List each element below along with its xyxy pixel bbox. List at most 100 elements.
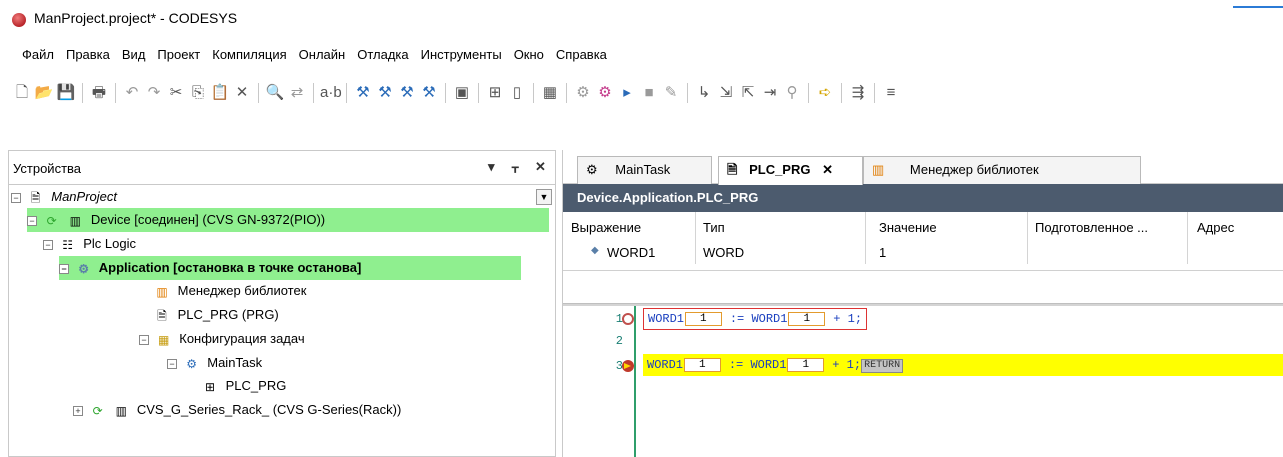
paste-icon[interactable]: 📋: [210, 83, 230, 103]
login-icon[interactable]: ⚙: [573, 83, 593, 103]
tab-maintask[interactable]: ⚙ MainTask: [577, 156, 712, 184]
tree-item-label: CVS_G_Series_Rack_ (CVS G-Series(Rack)): [136, 402, 402, 417]
column-prepared-value[interactable]: Подготовленное ...: [1035, 220, 1148, 235]
tab-plc-prg[interactable]: 🗎 PLC_PRG ✕: [718, 156, 863, 185]
redo-icon[interactable]: ↷: [144, 83, 164, 103]
menu-file[interactable]: Файл: [16, 44, 60, 68]
tree-item-rack[interactable]: + ⟳ ▥ CVS_G_Series_Rack_ (CVS G-Series(R…: [73, 398, 401, 422]
cut-icon[interactable]: ✂: [166, 83, 186, 103]
collapse-icon[interactable]: −: [167, 358, 177, 369]
force-values-icon[interactable]: ≡: [881, 83, 901, 103]
column-expression[interactable]: Выражение: [571, 220, 641, 235]
write-values-icon[interactable]: ⇶: [848, 83, 868, 103]
tree-dropdown-icon[interactable]: ▼: [536, 189, 552, 205]
step-out-icon[interactable]: ⇱: [738, 83, 758, 103]
code-tail: + 1;: [826, 312, 863, 326]
window-icon[interactable]: ▣: [452, 83, 472, 103]
menu-project[interactable]: Проект: [151, 44, 206, 68]
undo-icon[interactable]: ↶: [122, 83, 142, 103]
close-tab-icon[interactable]: ✕: [822, 162, 833, 177]
logout-icon[interactable]: ⚙: [595, 83, 615, 103]
tree-item-project[interactable]: − 🗎 ManProject: [11, 185, 117, 209]
new-page-icon[interactable]: ▯: [507, 83, 527, 103]
inline-monitor-value[interactable]: 1: [787, 358, 825, 372]
watch-value[interactable]: 1: [879, 245, 886, 260]
column-value[interactable]: Значение: [879, 220, 937, 235]
menu-debug[interactable]: Отладка: [351, 44, 414, 68]
replace-icon[interactable]: ⇄: [287, 83, 307, 103]
inline-monitor-value[interactable]: 1: [684, 358, 721, 372]
menu-online[interactable]: Онлайн: [293, 44, 352, 68]
new-file-icon[interactable]: 🗋: [12, 83, 32, 103]
code-tail: + 1;: [825, 358, 862, 372]
devices-panel: Устройства ▾ ᚁ ✕ ▼ − 🗎 ManProject − ⟳ ▥ …: [8, 150, 556, 457]
stop-icon[interactable]: ■: [639, 83, 659, 103]
copy-icon[interactable]: ⎘: [188, 83, 208, 103]
open-file-icon[interactable]: 📂: [34, 83, 54, 103]
tree-item-application[interactable]: − ⚙ Application [остановка в точке остан…: [59, 256, 521, 280]
collapse-icon[interactable]: −: [59, 263, 69, 274]
application-gear-icon: ⚙: [78, 261, 89, 276]
menu-help[interactable]: Справка: [550, 44, 613, 68]
gutter-line: [634, 306, 636, 457]
run-to-cursor-icon[interactable]: ⇥: [760, 83, 780, 103]
tree-item-task-call[interactable]: ⊞ PLC_PRG: [202, 374, 286, 398]
connected-icon: ⟳: [92, 403, 103, 418]
tree-item-plc-logic[interactable]: − ☷ Plc Logic: [43, 232, 136, 256]
tree-item-label: Менеджер библиотек: [177, 283, 307, 298]
device-tree: ▼ − 🗎 ManProject − ⟳ ▥ Device [соединен]…: [9, 185, 555, 456]
menu-build[interactable]: Компиляция: [206, 44, 292, 68]
toolbar-separator: [258, 83, 259, 103]
add-object-icon[interactable]: ⊞: [485, 83, 505, 103]
build-icon[interactable]: ⚒: [353, 83, 373, 103]
code-line-1[interactable]: WORD1 1 := WORD1 1 + 1;: [643, 308, 868, 330]
collapse-icon[interactable]: −: [11, 192, 21, 203]
rename-icon[interactable]: a·b: [320, 83, 342, 103]
close-icon[interactable]: ✕: [535, 159, 546, 175]
step-into-icon[interactable]: ⇲: [716, 83, 736, 103]
inline-monitor-value[interactable]: 1: [685, 312, 722, 326]
clean-icon[interactable]: ⚒: [419, 83, 439, 103]
inline-monitor-value[interactable]: 1: [788, 312, 826, 326]
save-icon[interactable]: 💾: [56, 83, 76, 103]
reset-icon[interactable]: ✎: [661, 83, 681, 103]
menu-tools[interactable]: Инструменты: [415, 44, 508, 68]
tree-item-device[interactable]: − ⟳ ▥ Device [соединен] (CVS GN-9372(PIO…: [27, 208, 549, 232]
grid-icon[interactable]: ▦: [540, 83, 560, 103]
print-icon[interactable]: 🖶: [89, 83, 109, 103]
tab-library-manager[interactable]: ▥ Менеджер библиотек: [863, 156, 1141, 184]
delete-icon[interactable]: ✕: [232, 83, 252, 103]
tree-item-library-manager[interactable]: ▥ Менеджер библиотек: [154, 279, 306, 303]
pin-icon[interactable]: ᚁ: [512, 159, 518, 175]
variable-icon: ◆: [591, 245, 599, 256]
expand-icon[interactable]: +: [73, 405, 83, 416]
start-icon[interactable]: ▸: [617, 83, 637, 103]
watch-expression[interactable]: WORD1: [607, 245, 655, 260]
window-accent: [1233, 6, 1283, 8]
tree-item-task-config[interactable]: − ▦ Конфигурация задач: [139, 327, 305, 351]
step-over-icon[interactable]: ↳: [694, 83, 714, 103]
task-icon: ⚙: [586, 162, 598, 177]
pou-icon: 🗎: [727, 162, 738, 177]
tree-item-plc-prg[interactable]: 🗎 PLC_PRG (PRG): [154, 303, 279, 327]
menu-edit[interactable]: Правка: [60, 44, 116, 68]
show-current-statement-icon[interactable]: ➪: [815, 83, 835, 103]
line-number: 1: [615, 312, 623, 326]
collapse-icon[interactable]: −: [27, 215, 37, 226]
collapse-icon[interactable]: −: [139, 334, 149, 345]
panel-menu-icon[interactable]: ▾: [488, 159, 495, 175]
build-all-icon[interactable]: ⚒: [397, 83, 417, 103]
menu-view[interactable]: Вид: [116, 44, 152, 68]
current-position-icon[interactable]: [622, 360, 634, 372]
code-editor[interactable]: 1 WORD1 1 := WORD1 1 + 1; 2 3 WORD1 1 := WO…: [563, 304, 1283, 457]
tree-item-maintask[interactable]: − ⚙ MainTask: [167, 351, 262, 375]
rebuild-icon[interactable]: ⚒: [375, 83, 395, 103]
menu-window[interactable]: Окно: [508, 44, 550, 68]
find-icon[interactable]: 🔍: [265, 83, 285, 103]
set-next-statement-icon[interactable]: ⚲: [782, 83, 802, 103]
code-line-3-current[interactable]: WORD1 1 := WORD1 1 + 1; RETURN: [643, 354, 1283, 376]
breakpoint-marker-icon[interactable]: [622, 313, 634, 325]
collapse-icon[interactable]: −: [43, 239, 53, 250]
column-type[interactable]: Тип: [703, 220, 725, 235]
column-address[interactable]: Адрес: [1197, 220, 1234, 235]
